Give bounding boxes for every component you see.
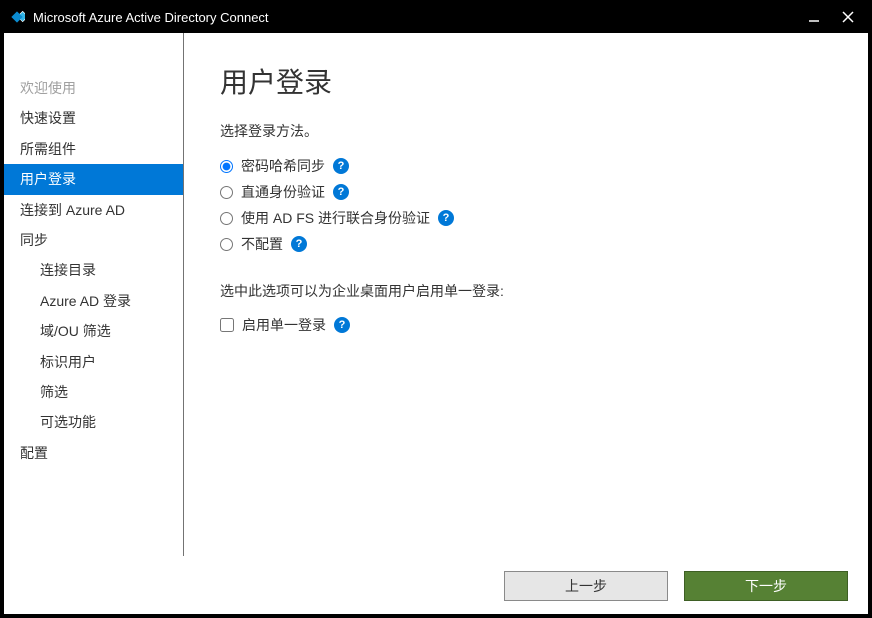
sidebar-step[interactable]: Azure AD 登录 — [4, 286, 183, 316]
wizard-sidebar: 欢迎使用快速设置所需组件用户登录连接到 Azure AD同步连接目录Azure … — [4, 33, 184, 556]
page-title: 用户登录 — [220, 61, 832, 101]
help-icon[interactable]: ? — [438, 210, 454, 226]
close-button[interactable] — [837, 6, 859, 28]
sidebar-step[interactable]: 用户登录 — [4, 164, 183, 194]
previous-button[interactable]: 上一步 — [504, 571, 668, 601]
sidebar-step: 欢迎使用 — [4, 73, 183, 103]
main-panel: 用户登录 选择登录方法。 密码哈希同步?直通身份验证?使用 AD FS 进行联合… — [184, 33, 868, 556]
next-button[interactable]: 下一步 — [684, 571, 848, 601]
minimize-icon — [808, 11, 820, 23]
sidebar-step[interactable]: 标识用户 — [4, 347, 183, 377]
body: 欢迎使用快速设置所需组件用户登录连接到 Azure AD同步连接目录Azure … — [4, 33, 868, 556]
instruction-text: 选择登录方法。 — [220, 121, 832, 141]
enable-sso-label: 启用单一登录 — [242, 315, 326, 335]
sidebar-step[interactable]: 筛选 — [4, 377, 183, 407]
sidebar-step[interactable]: 连接到 Azure AD — [4, 195, 183, 225]
sidebar-step[interactable]: 所需组件 — [4, 134, 183, 164]
sidebar-step[interactable]: 配置 — [4, 438, 183, 468]
app-logo-icon — [9, 9, 25, 25]
sidebar-step[interactable]: 域/OU 筛选 — [4, 316, 183, 346]
enable-sso-row[interactable]: 启用单一登录 ? — [220, 315, 832, 335]
wizard-footer: 上一步 下一步 — [4, 556, 868, 614]
window-title: Microsoft Azure Active Directory Connect — [33, 10, 803, 25]
help-icon[interactable]: ? — [333, 158, 349, 174]
signin-radio[interactable] — [220, 186, 233, 199]
enable-sso-checkbox[interactable] — [220, 318, 234, 332]
sidebar-step[interactable]: 连接目录 — [4, 255, 183, 285]
signin-method-group: 密码哈希同步?直通身份验证?使用 AD FS 进行联合身份验证?不配置? — [220, 153, 832, 257]
minimize-button[interactable] — [803, 6, 825, 28]
titlebar: Microsoft Azure Active Directory Connect — [1, 1, 871, 33]
close-icon — [842, 11, 854, 23]
signin-option[interactable]: 不配置? — [220, 231, 832, 257]
signin-option-label: 密码哈希同步 — [241, 156, 325, 176]
signin-option-label: 不配置 — [241, 234, 283, 254]
sidebar-step[interactable]: 快速设置 — [4, 103, 183, 133]
app-window: Microsoft Azure Active Directory Connect… — [0, 0, 872, 618]
signin-option-label: 使用 AD FS 进行联合身份验证 — [241, 208, 430, 228]
help-icon[interactable]: ? — [291, 236, 307, 252]
signin-radio[interactable] — [220, 238, 233, 251]
sidebar-step[interactable]: 可选功能 — [4, 407, 183, 437]
sidebar-step[interactable]: 同步 — [4, 225, 183, 255]
signin-option[interactable]: 密码哈希同步? — [220, 153, 832, 179]
signin-option[interactable]: 直通身份验证? — [220, 179, 832, 205]
signin-option[interactable]: 使用 AD FS 进行联合身份验证? — [220, 205, 832, 231]
sso-description: 选中此选项可以为企业桌面用户启用单一登录: — [220, 281, 832, 301]
titlebar-controls — [803, 6, 863, 28]
signin-radio[interactable] — [220, 212, 233, 225]
help-icon[interactable]: ? — [334, 317, 350, 333]
signin-option-label: 直通身份验证 — [241, 182, 325, 202]
signin-radio[interactable] — [220, 160, 233, 173]
content-area: 欢迎使用快速设置所需组件用户登录连接到 Azure AD同步连接目录Azure … — [4, 33, 868, 614]
help-icon[interactable]: ? — [333, 184, 349, 200]
